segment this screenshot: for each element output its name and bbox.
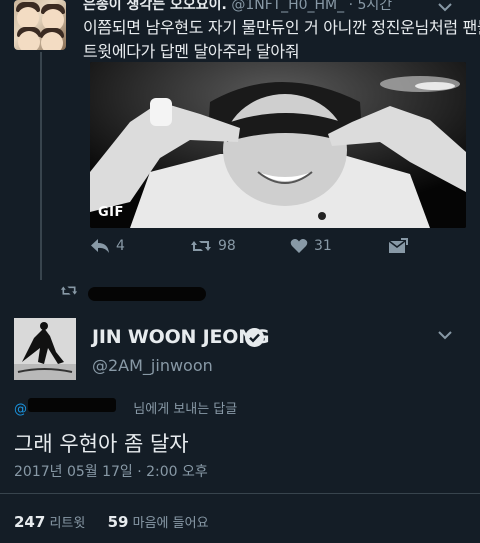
like-action[interactable]: 31 [290, 238, 332, 254]
redacted-scribble [28, 398, 116, 412]
reply-author-name[interactable]: 은송이 생각는 오오요이. [83, 0, 227, 13]
like-stat-value: 59 [107, 513, 129, 531]
main-tweet-timestamp[interactable]: 2017년 05월 17일 · 2:00 오후 [14, 461, 208, 481]
retweet-stat-label: 리트윗 [49, 516, 86, 531]
gif-media[interactable]: GIF [90, 62, 466, 228]
tweet-stats: 247 리트윗 59 마음에 들어요 [14, 512, 209, 531]
reply-to-label: 님에게 보내는 답글 [133, 402, 238, 417]
avatar-image [14, 318, 76, 380]
verified-icon [245, 328, 264, 347]
avatar-main-author[interactable] [14, 318, 76, 380]
gif-badge: GIF [98, 205, 124, 220]
like-stat[interactable]: 59 마음에 들어요 [107, 513, 209, 531]
like-stat-label: 마음에 들어요 [132, 516, 209, 531]
reply-tweet-time[interactable]: 5시간 [357, 0, 392, 13]
heart-icon [290, 239, 308, 253]
divider [0, 493, 480, 494]
gif-still-image [90, 62, 466, 228]
reply-count: 4 [116, 238, 125, 254]
redacted-scribble [88, 287, 206, 301]
dm-action[interactable] [388, 238, 408, 254]
reply-tweet-header: 은송이 생각는 오오요이. @1NFT_H0_HM_ · 5시간 [83, 0, 392, 14]
retweet-icon [191, 241, 211, 251]
reply-to-handle[interactable]: @ [14, 402, 27, 417]
envelope-icon [388, 238, 408, 253]
reply-icon [91, 239, 109, 253]
like-count: 31 [314, 238, 332, 254]
reply-tweet-text-line-2: 트윗에다가 답멘 달아주라 달아줘 [83, 42, 300, 61]
main-tweet-text: 그래 우현아 좀 달자 [14, 432, 189, 456]
thread-connector-line [40, 52, 42, 280]
reply-action[interactable]: 4 [90, 238, 125, 254]
chevron-down-icon[interactable] [437, 0, 453, 17]
reply-author-handle[interactable]: @1NFT_H0_HM_ [231, 0, 344, 13]
retweet-action[interactable]: 98 [190, 238, 236, 254]
main-author-name[interactable]: JIN WOON JEONG [92, 326, 270, 348]
retweet-icon [60, 286, 78, 295]
chevron-down-icon[interactable] [437, 326, 453, 345]
reply-tweet-text-line-1: 이쯤되면 남우현도 자기 물만듀인 거 아니깐 정진운님처럼 팬들 [83, 18, 480, 37]
main-author-handle[interactable]: @2AM_jinwoon [92, 356, 213, 375]
retweeted-by-row[interactable] [60, 284, 86, 297]
retweet-stat-value: 247 [14, 513, 46, 531]
retweet-stat[interactable]: 247 리트윗 [14, 513, 89, 531]
retweet-count: 98 [218, 238, 236, 254]
avatar-reply-author[interactable] [14, 0, 66, 50]
